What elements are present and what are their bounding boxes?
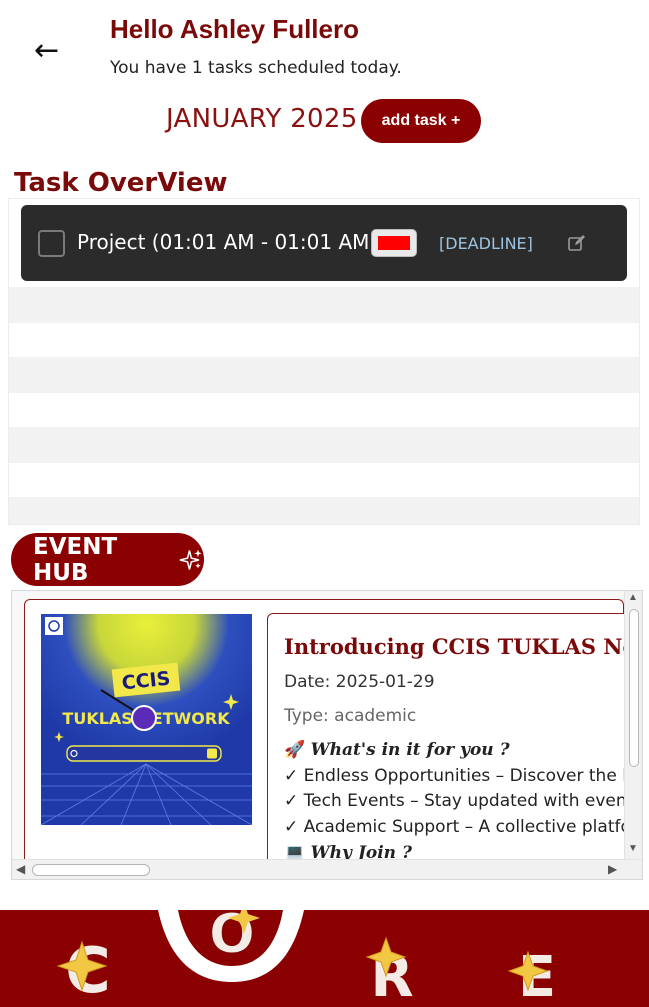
event-section-heading: 🚀 What's in it for you ?: [284, 740, 510, 760]
scroll-right-icon[interactable]: ▶: [608, 862, 617, 876]
event-benefit: ✓ Tech Events – Stay updated with events: [284, 791, 642, 811]
event-type: Type: academic: [284, 706, 417, 726]
rocket-icon: 🚀: [284, 740, 306, 760]
event-details-card[interactable]: Introducing CCIS TUKLAS Network Date: 20…: [267, 613, 643, 873]
event-heading-text: What's in it for you ?: [310, 740, 510, 760]
event-benefit-text: Endless Opportunities – Discover the lat: [303, 766, 643, 786]
scroll-left-icon[interactable]: ◀: [16, 862, 25, 876]
empty-row: [9, 357, 639, 393]
vertical-scroll-thumb[interactable]: [629, 609, 639, 767]
event-poster-image: CCIS TUKLAS NETWORK: [41, 614, 252, 825]
scroll-down-icon[interactable]: ▼: [628, 843, 638, 854]
task-overview-title: Task OverView: [14, 168, 228, 198]
back-button[interactable]: ←: [34, 36, 68, 66]
empty-row: [9, 497, 639, 524]
empty-row: [9, 427, 639, 463]
event-title: Introducing CCIS TUKLAS Network: [284, 634, 642, 659]
task-item[interactable]: Project (01:01 AM - 01:01 AM) [DEADLINE]: [21, 205, 627, 281]
empty-row: [9, 287, 639, 323]
event-hub-button[interactable]: EVENT HUB: [11, 533, 204, 586]
current-month: JANUARY 2025: [166, 104, 358, 134]
task-overview-panel: Project (01:01 AM - 01:01 AM) [DEADLINE]: [8, 198, 640, 525]
add-task-button[interactable]: add task +: [361, 99, 481, 143]
check-icon: ✓: [284, 817, 299, 837]
tasks-summary: You have 1 tasks scheduled today.: [110, 58, 402, 78]
check-icon: ✓: [284, 791, 299, 811]
scroll-up-icon[interactable]: ▲: [628, 592, 638, 603]
event-benefit: ✓ Academic Support – A collective platfo…: [284, 817, 638, 837]
edit-icon[interactable]: [567, 233, 587, 253]
event-date: Date: 2025-01-29: [284, 672, 435, 692]
event-benefit: ✓ Endless Opportunities – Discover the l…: [284, 766, 643, 786]
greeting-title: Hello Ashley Fullero: [110, 14, 359, 44]
task-tag: [DEADLINE]: [439, 234, 533, 253]
task-color-picker[interactable]: [371, 229, 417, 257]
sparkle-icon: [180, 549, 203, 570]
footer-brand-bar: O C R E: [0, 910, 649, 1007]
task-color-swatch: [378, 236, 410, 250]
task-complete-checkbox[interactable]: [38, 230, 65, 257]
event-hub-panel[interactable]: CCIS TUKLAS NETWORK Introducing CCIS TUK…: [11, 590, 643, 880]
event-benefit-text: Tech Events – Stay updated with events: [303, 791, 643, 811]
event-hub-label: EVENT HUB: [33, 533, 118, 586]
core-logo: O C R E: [56, 910, 556, 1007]
check-icon: ✓: [284, 766, 299, 786]
task-label: Project (01:01 AM - 01:01 AM): [77, 230, 378, 254]
event-benefit-text: Academic Support – A collective platfor: [303, 817, 638, 837]
horizontal-scroll-thumb[interactable]: [32, 864, 150, 876]
left-arrow-icon: ←: [34, 33, 60, 68]
vertical-scrollbar[interactable]: ▲ ▼: [624, 591, 642, 859]
horizontal-scrollbar[interactable]: ◀ ▶: [12, 859, 642, 879]
